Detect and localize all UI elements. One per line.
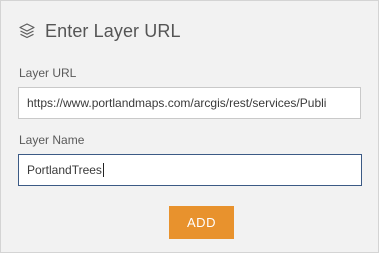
add-button[interactable]: ADD: [169, 206, 234, 239]
enter-layer-url-panel: Enter Layer URL Layer URL https://www.po…: [0, 0, 379, 253]
layer-name-value: PortlandTrees: [27, 163, 102, 177]
text-caret: [102, 162, 104, 177]
layer-name-input[interactable]: PortlandTrees: [18, 154, 362, 186]
layer-name-label: Layer Name: [19, 133, 85, 147]
layer-url-input[interactable]: https://www.portlandmaps.com/arcgis/rest…: [18, 87, 361, 119]
layers-icon: [18, 22, 36, 40]
layer-url-value: https://www.portlandmaps.com/arcgis/rest…: [27, 96, 327, 110]
layer-url-label: Layer URL: [19, 66, 77, 80]
panel-title: Enter Layer URL: [45, 20, 181, 41]
panel-header: Enter Layer URL: [18, 19, 181, 43]
